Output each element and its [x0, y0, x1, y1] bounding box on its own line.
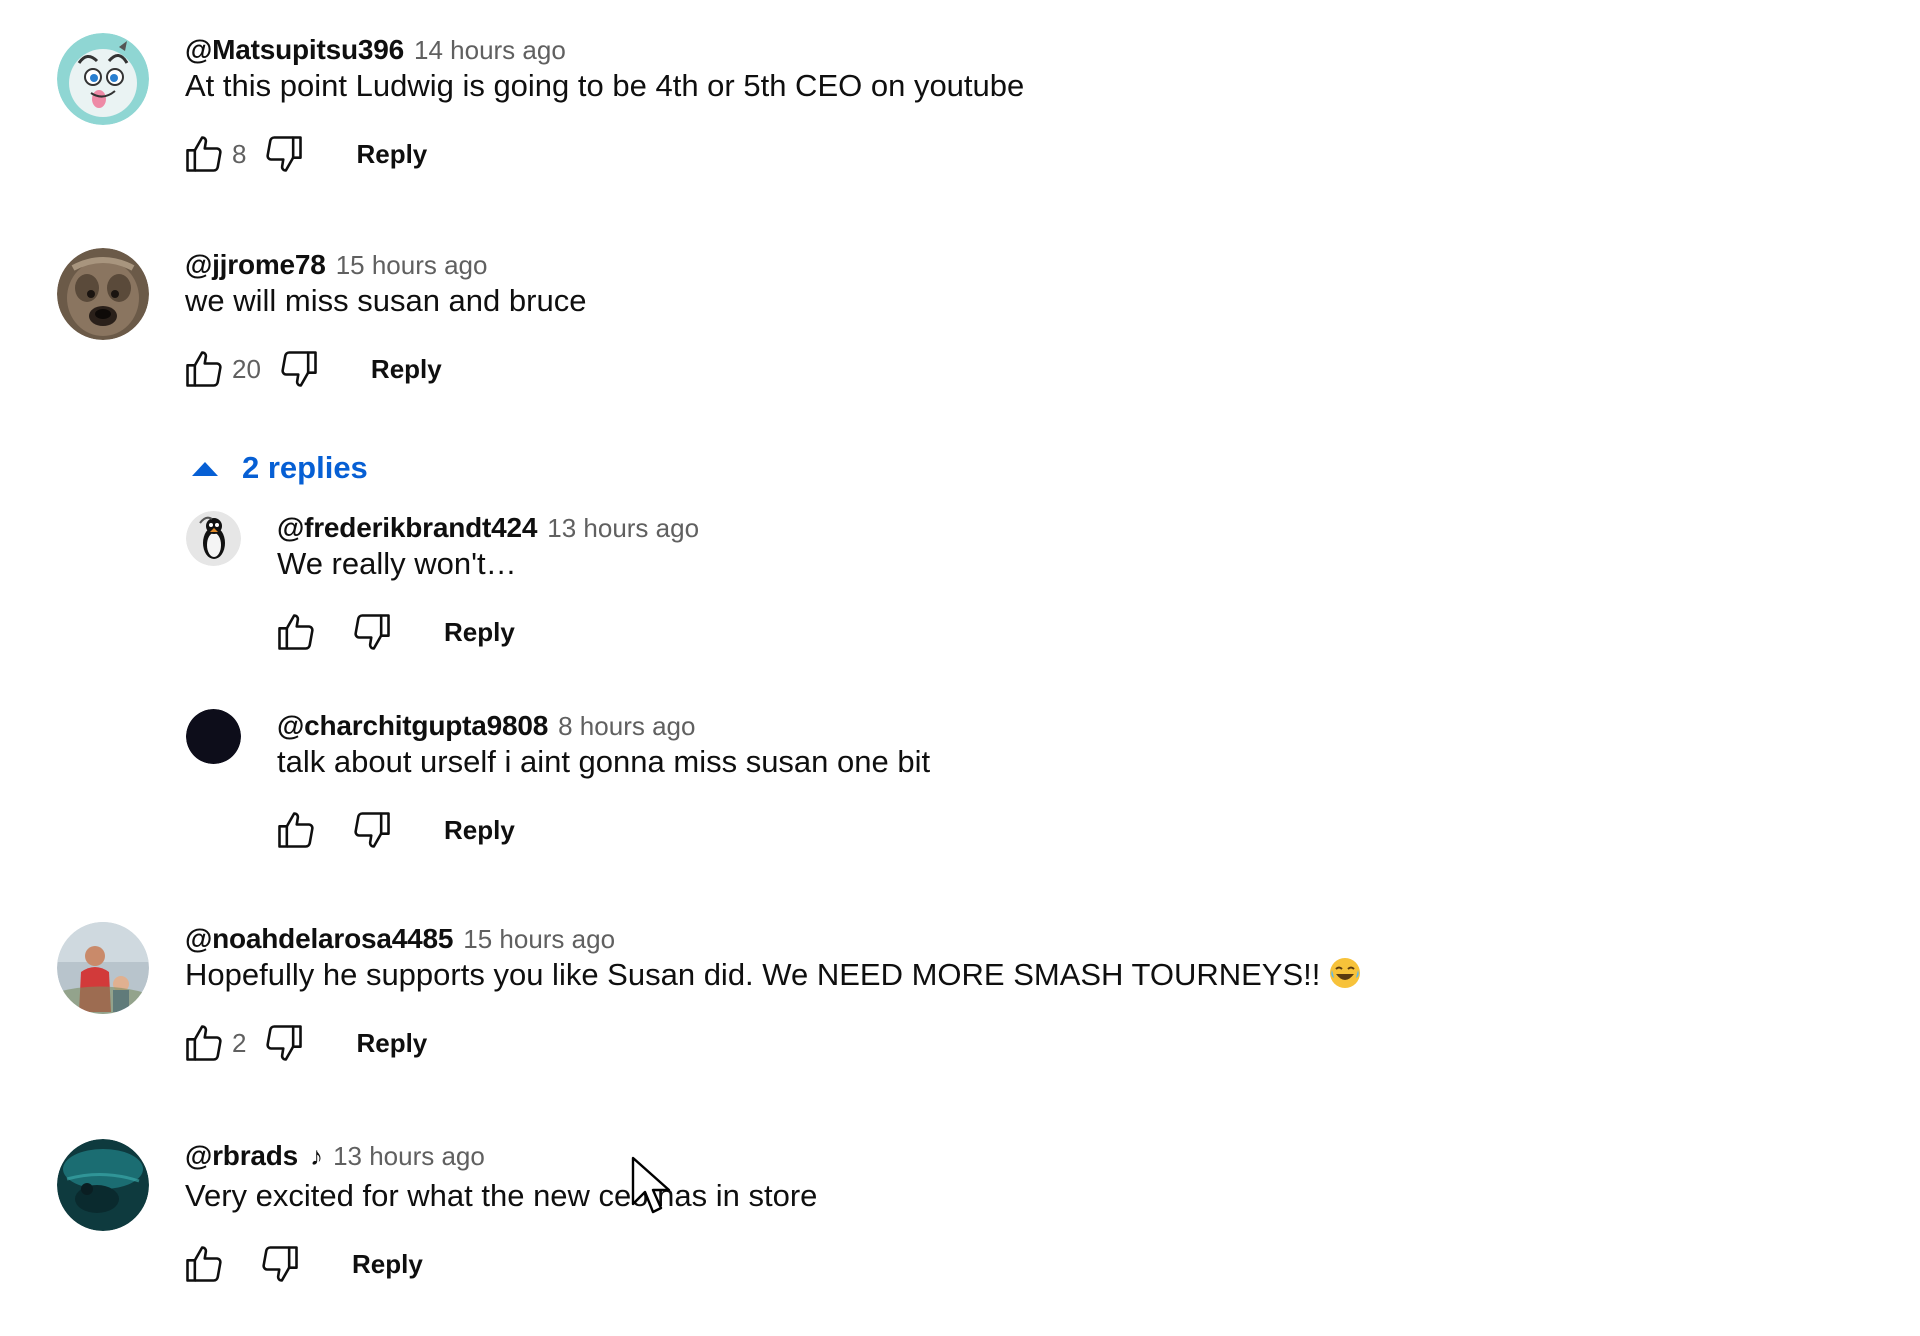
comment-text: At this point Ludwig is going to be 4th …: [185, 68, 1025, 103]
comment-header: @rbrads ♪ 13 hours ago: [185, 1139, 485, 1173]
reply-button[interactable]: Reply: [348, 1241, 427, 1288]
dislike-button[interactable]: [346, 804, 398, 856]
comment-text: We really won't…: [277, 546, 517, 581]
like-button[interactable]: [178, 1238, 230, 1290]
comment-header: @Matsupitsu396 14 hours ago: [185, 33, 566, 67]
comment-author[interactable]: @charchitgupta9808: [277, 710, 548, 741]
replies-toggle-button[interactable]: 2 replies: [190, 446, 368, 490]
like-button[interactable]: [270, 804, 322, 856]
comment-header: @charchitgupta9808 8 hours ago: [277, 709, 695, 743]
comment-timestamp[interactable]: 14 hours ago: [414, 35, 566, 65]
comment-header: @noahdelarosa4485 15 hours ago: [185, 922, 615, 956]
thumbs-up-icon: [186, 1025, 222, 1061]
thumbs-down-icon: [354, 812, 390, 848]
thumbs-down-icon: [266, 1025, 303, 1061]
comment-author[interactable]: @frederikbrandt424: [277, 512, 537, 543]
comment-timestamp[interactable]: 8 hours ago: [558, 711, 695, 741]
comment-actions: 8 Reply: [178, 128, 431, 180]
comment-actions: Reply: [270, 606, 519, 658]
dislike-button[interactable]: [273, 343, 325, 395]
reply-button[interactable]: Reply: [440, 609, 519, 656]
thumbs-up-icon: [278, 812, 314, 848]
comment-actions: 2 Reply: [178, 1017, 431, 1069]
chevron-up-icon: [192, 462, 218, 476]
reply-button[interactable]: Reply: [352, 131, 431, 178]
comment-text: Very excited for what the new ceo has in…: [185, 1178, 818, 1213]
dislike-button[interactable]: [258, 1017, 310, 1069]
thumbs-up-icon: [186, 1246, 222, 1282]
dislike-button[interactable]: [254, 1238, 306, 1290]
reply-button[interactable]: Reply: [352, 1020, 431, 1067]
comment-actions: Reply: [178, 1238, 427, 1290]
like-button[interactable]: [178, 128, 230, 180]
comment-header: @frederikbrandt424 13 hours ago: [277, 511, 699, 545]
music-note-icon: ♪: [310, 1141, 324, 1171]
comment-text: Hopefully he supports you like Susan did…: [185, 955, 1362, 995]
like-button[interactable]: [270, 606, 322, 658]
face-with-tears-of-joy-icon: [1330, 958, 1361, 988]
dislike-button[interactable]: [258, 128, 310, 180]
comment-author[interactable]: @Matsupitsu396: [185, 34, 404, 65]
avatar[interactable]: [57, 33, 149, 125]
thumbs-up-icon: [278, 614, 314, 650]
comment-timestamp[interactable]: 15 hours ago: [336, 250, 488, 280]
comments-section: @Matsupitsu396 14 hours ago At this point…: [0, 0, 1920, 1336]
comment-text: talk about urself i aint gonna miss susa…: [277, 744, 931, 779]
avatar[interactable]: [57, 248, 149, 340]
mouse-cursor-icon: [631, 1156, 671, 1214]
comment-author[interactable]: @noahdelarosa4485: [185, 923, 453, 954]
comment-timestamp[interactable]: 13 hours ago: [333, 1141, 485, 1171]
comment-author[interactable]: @rbrads: [185, 1140, 298, 1171]
like-count: 20: [232, 353, 261, 384]
like-count: 2: [232, 1027, 247, 1058]
reply-button[interactable]: Reply: [367, 346, 446, 393]
avatar[interactable]: [186, 511, 241, 566]
reply-button[interactable]: Reply: [440, 807, 519, 854]
comment-timestamp[interactable]: 15 hours ago: [463, 924, 615, 954]
dislike-button[interactable]: [346, 606, 398, 658]
comment-text: we will miss susan and bruce: [185, 283, 587, 318]
thumbs-down-icon: [281, 351, 317, 387]
comment-timestamp[interactable]: 13 hours ago: [547, 513, 699, 543]
thumbs-down-icon: [262, 1246, 298, 1282]
thumbs-down-icon: [354, 614, 390, 650]
thumbs-down-icon: [266, 136, 303, 172]
comment-actions: 20 Reply: [178, 343, 446, 395]
comment-header: @jjrome78 15 hours ago: [185, 248, 487, 282]
avatar[interactable]: [186, 709, 241, 764]
comment-actions: Reply: [270, 804, 519, 856]
thumbs-up-icon: [186, 351, 222, 387]
like-button[interactable]: [178, 1017, 230, 1069]
comment-author[interactable]: @jjrome78: [185, 249, 326, 280]
avatar[interactable]: [57, 922, 149, 1014]
like-count: 8: [232, 138, 247, 169]
replies-count-label: 2 replies: [242, 450, 368, 485]
avatar[interactable]: [57, 1139, 149, 1231]
like-button[interactable]: [178, 343, 230, 395]
comment-text-content: Hopefully he supports you like Susan did…: [185, 957, 1321, 992]
thumbs-up-icon: [186, 136, 222, 172]
